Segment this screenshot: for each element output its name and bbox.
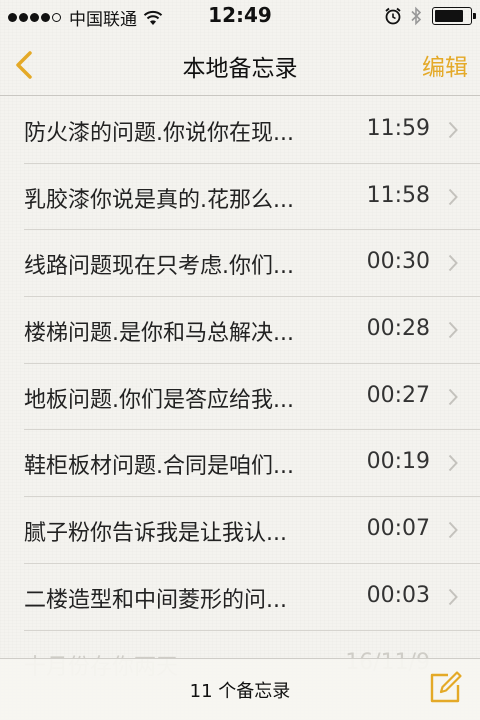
chevron-right-icon (448, 388, 458, 405)
note-time: 00:07 (366, 516, 430, 542)
note-title: 线路问题现在只考虑.你们... (24, 254, 294, 280)
note-title: 楼梯问题.是你和马总解决... (24, 321, 294, 347)
chevron-right-icon (448, 121, 458, 139)
edit-button[interactable]: 编辑 (422, 48, 468, 82)
note-row[interactable]: 二楼造型和中间菱形的问... 00:03 (24, 564, 480, 631)
chevron-right-icon (448, 188, 458, 205)
chevron-right-icon (448, 455, 458, 472)
note-count: 11 个备忘录 (189, 681, 291, 702)
note-row[interactable]: 防火漆的问题.你说你在现... 11:59 (24, 97, 480, 164)
note-title: 鞋柜板材问题.合同是咱们... (24, 454, 294, 480)
chevron-right-icon (448, 521, 458, 539)
note-time: 00:03 (366, 582, 430, 608)
chevron-right-icon (448, 255, 458, 272)
note-row[interactable]: 鞋柜板材问题.合同是咱们... 00:19 (24, 430, 480, 498)
status-bar: 中国联通 12:49 (0, 0, 480, 34)
note-row[interactable]: 楼梯问题.是你和马总解决... 00:28 (24, 297, 480, 364)
bottom-toolbar: 11 个备忘录 (0, 658, 480, 720)
notes-list: 防火漆的问题.你说你在现... 11:59 乳胶漆你说是真的.花那么... 11… (0, 97, 480, 697)
chevron-right-icon (448, 321, 458, 339)
note-row[interactable]: 地板问题.你们是答应给我... 00:27 (24, 364, 480, 431)
note-title: 地板问题.你们是答应给我... (24, 387, 294, 413)
note-time: 00:28 (366, 316, 430, 342)
note-time: 11:59 (366, 116, 430, 141)
note-title: 二楼造型和中间菱形的问... (24, 587, 287, 613)
note-time: 11:58 (366, 182, 430, 208)
alarm-icon (385, 7, 401, 25)
compose-icon[interactable] (428, 669, 464, 705)
page-title: 本地备忘录 (182, 56, 298, 82)
navigation-bar: 本地备忘录 编辑 (0, 34, 480, 96)
chevron-right-icon (448, 588, 458, 605)
note-row[interactable]: 线路问题现在只考虑.你们... 00:30 (24, 230, 480, 298)
note-time: 00:19 (366, 449, 430, 475)
note-time: 00:27 (366, 382, 430, 408)
battery-level (435, 10, 463, 22)
note-title: 防火漆的问题.你说你在现... (24, 121, 294, 146)
note-row[interactable]: 乳胶漆你说是真的.花那么... 11:58 (24, 164, 480, 231)
battery-icon (432, 7, 476, 25)
note-title: 腻子粉你告诉我是让我认... (24, 521, 287, 547)
note-time: 00:30 (366, 249, 430, 275)
note-row[interactable]: 腻子粉你告诉我是让我认... 00:07 (24, 497, 480, 564)
status-right (376, 6, 476, 26)
note-title: 乳胶漆你说是真的.花那么... (24, 187, 294, 213)
bluetooth-icon (411, 6, 422, 26)
